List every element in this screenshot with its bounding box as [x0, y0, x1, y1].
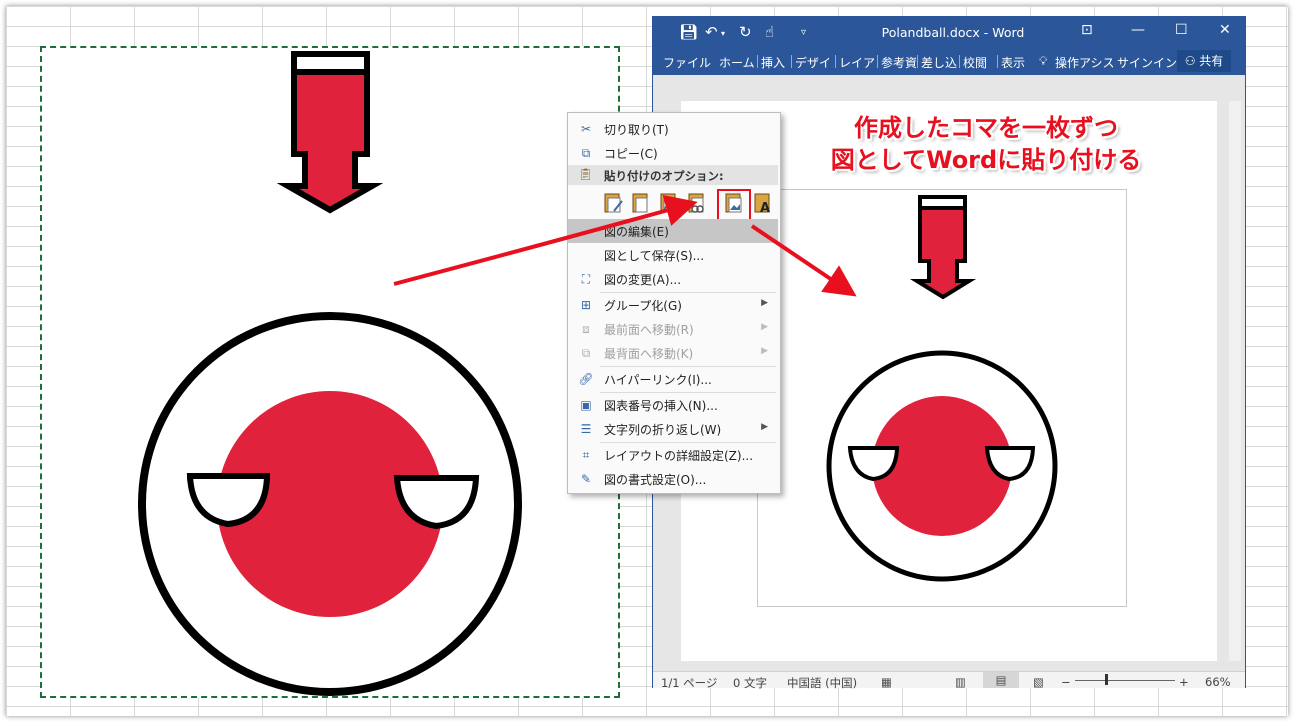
minimize-icon[interactable]: — — [1131, 22, 1145, 38]
menu-item-edit-picture[interactable]: 図の編集(E) — [568, 219, 778, 243]
menu-item-layout-options[interactable]: ⌗ レイアウトの詳細設定(Z)... — [568, 443, 778, 467]
link-destination-icon[interactable] — [658, 191, 680, 215]
submenu-arrow-icon: ▶ — [761, 422, 768, 432]
menu-item-change-picture[interactable]: ⛶ 図の変更(A)... — [568, 267, 778, 291]
link-source-icon[interactable] — [686, 191, 708, 215]
zoom-slider[interactable] — [1075, 680, 1175, 681]
redo-icon[interactable]: ↻ — [739, 23, 752, 41]
tab-home[interactable]: ホーム — [719, 54, 755, 71]
hyperlink-icon: 🔗︎ — [578, 372, 594, 386]
down-arrow-shape — [909, 195, 977, 300]
copy-selection-marquee[interactable] — [40, 46, 620, 698]
tab-file[interactable]: ファイル — [663, 54, 711, 71]
status-bar: 1/1 ページ 0 文字 中国語 (中国) ▦ ▥ ▤ ▧ − + 66% — [653, 671, 1245, 691]
lightbulb-icon: 💡︎ — [1039, 54, 1048, 68]
web-layout-icon[interactable]: ▧ — [1033, 675, 1044, 689]
tab-layout[interactable]: レイア — [839, 54, 875, 71]
word-count[interactable]: 0 文字 — [733, 675, 767, 691]
tab-references[interactable]: 参考資 — [881, 54, 917, 71]
tab-review[interactable]: 校閲 — [963, 54, 987, 71]
pasted-picture[interactable] — [757, 189, 1125, 605]
save-icon[interactable]: 💾︎ — [679, 23, 698, 41]
submenu-arrow-icon: ▶ — [761, 322, 768, 332]
zoom-out-icon[interactable]: − — [1061, 675, 1071, 689]
polandball-face — [826, 350, 1058, 582]
word-titlebar[interactable]: 💾︎ ↶ ▾ ↻ ☝ ▿ Polandball.docx - Word ⊡ — … — [653, 17, 1245, 47]
undo-icon[interactable]: ↶ — [705, 23, 718, 41]
menu-item-save-as-picture[interactable]: 図として保存(S)... — [568, 243, 778, 267]
touch-mode-icon[interactable]: ☝ — [765, 23, 774, 41]
down-arrow-shape — [276, 51, 384, 214]
context-menu[interactable]: ✂ 切り取り(T) ⧉ コピー(C) 📋︎ 貼り付けのオプション: A 図の編集… — [567, 112, 781, 494]
svg-text:A: A — [760, 201, 770, 215]
menu-item-send-to-back: ⧉ 最背面へ移動(K) ▶ — [568, 341, 778, 365]
customize-qat-icon[interactable]: ▿ — [801, 27, 806, 38]
sign-in-link[interactable]: サインイン — [1117, 54, 1177, 71]
scissors-icon: ✂ — [580, 122, 592, 136]
share-label: 共有 — [1199, 54, 1224, 68]
tab-design[interactable]: デザイン — [795, 54, 833, 71]
send-back-icon: ⧉ — [581, 346, 591, 360]
language-indicator[interactable]: 中国語 (中国) — [787, 675, 857, 691]
annotation-line-2: 図としてWordに貼り付ける — [830, 146, 1142, 174]
macro-record-icon[interactable]: ▦ — [881, 675, 892, 689]
tab-insert[interactable]: 挿入 — [761, 54, 785, 71]
menu-item-cut[interactable]: ✂ 切り取り(T) — [568, 117, 778, 141]
undo-dropdown-icon[interactable]: ▾ — [721, 29, 725, 38]
tell-me-box[interactable]: 操作アシス — [1055, 54, 1113, 71]
tab-mailings[interactable]: 差し込 — [921, 54, 957, 71]
menu-item-format-picture[interactable]: ✎ 図の書式設定(O)... — [568, 467, 778, 491]
menu-item-insert-caption[interactable]: ▣ 図表番号の挿入(N)... — [568, 393, 778, 417]
page-count[interactable]: 1/1 ページ — [661, 675, 717, 691]
polandball-comic-panel[interactable] — [42, 48, 618, 696]
change-picture-icon: ⛶ — [581, 272, 591, 286]
menu-item-bring-to-front: ⧈ 最前面へ移動(R) ▶ — [568, 317, 778, 341]
tab-view[interactable]: 表示 — [1001, 54, 1025, 71]
submenu-arrow-icon: ▶ — [761, 298, 768, 308]
maximize-icon[interactable]: ☐ — [1175, 22, 1188, 38]
submenu-arrow-icon: ▶ — [761, 346, 768, 356]
wrap-text-icon: ☰ — [580, 422, 592, 436]
keep-source-formatting-icon[interactable] — [630, 191, 652, 215]
zoom-level[interactable]: 66% — [1205, 675, 1231, 689]
read-mode-icon[interactable]: ▥ — [955, 675, 966, 689]
zoom-slider-thumb[interactable] — [1105, 674, 1108, 685]
use-destination-theme-icon[interactable] — [602, 191, 624, 215]
keep-text-only-icon[interactable]: A — [752, 191, 774, 215]
share-button[interactable]: ⚇ 共有 — [1177, 50, 1231, 72]
caption-icon: ▣ — [580, 398, 592, 412]
group-icon: ⊞ — [580, 298, 592, 312]
close-icon[interactable]: ✕ — [1219, 22, 1231, 38]
polandball-face — [138, 312, 522, 696]
menu-item-wrap-text[interactable]: ☰ 文字列の折り返し(W) ▶ — [568, 417, 778, 441]
annotation-callout: 作成したコマを一枚ずつ 図としてWordに貼り付ける — [816, 112, 1156, 176]
ribbon-tabs: ファイル ホーム 挿入 デザイン レイア 参考資 差し込 校閲 表示 💡︎ 操作… — [653, 47, 1245, 75]
menu-item-group[interactable]: ⊞ グループ化(G) ▶ — [568, 293, 778, 317]
paste-options-header: 📋︎ 貼り付けのオプション: — [568, 165, 778, 185]
bring-front-icon: ⧈ — [582, 322, 590, 336]
menu-item-copy[interactable]: ⧉ コピー(C) — [568, 141, 778, 165]
ribbon-display-icon[interactable]: ⊡ — [1081, 22, 1093, 38]
copy-icon: ⧉ — [581, 146, 591, 160]
format-picture-icon: ✎ — [580, 472, 592, 486]
vertical-scrollbar[interactable] — [1229, 101, 1241, 661]
window-title: Polandball.docx - Word — [881, 25, 1025, 40]
zoom-in-icon[interactable]: + — [1179, 675, 1189, 689]
annotation-line-1: 作成したコマを一枚ずつ — [854, 114, 1118, 142]
menu-item-hyperlink[interactable]: 🔗︎ ハイパーリンク(I)... — [568, 367, 778, 391]
layout-icon: ⌗ — [582, 448, 590, 462]
person-icon: ⚇ — [1184, 54, 1196, 68]
paste-icon: 📋︎ — [578, 167, 594, 181]
print-layout-icon[interactable]: ▤ — [983, 672, 1019, 688]
